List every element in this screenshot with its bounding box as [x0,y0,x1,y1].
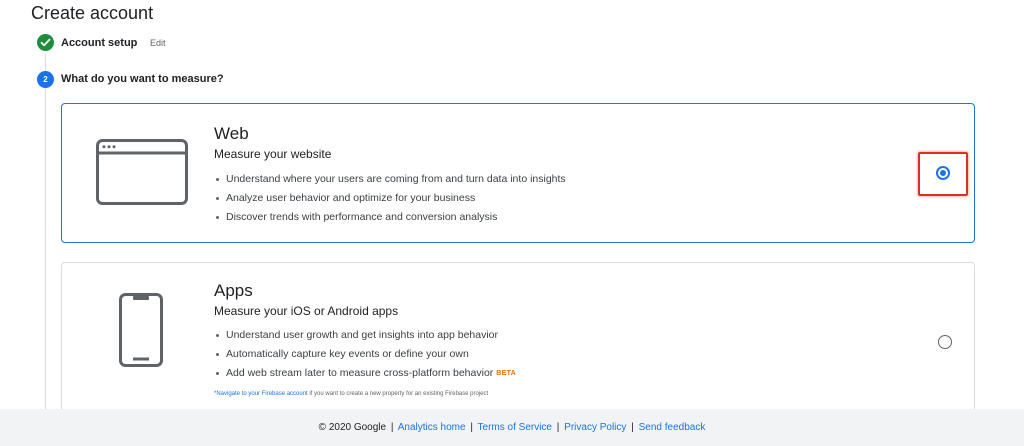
firebase-account-link[interactable]: *Navigate to your Firebase account [214,391,308,397]
send-feedback-link[interactable]: Send feedback [639,422,706,433]
firebase-note-text: if you want to create a new property for… [307,391,489,397]
web-option-title: Web [214,124,249,143]
step-measure-title: What do you want to measure? [61,73,224,85]
apps-radio-button[interactable] [938,335,952,349]
apps-option-card[interactable]: Apps Measure your iOS or Android apps Un… [61,262,975,422]
step-number-badge: 2 [37,71,54,88]
beta-badge: BETA [496,370,517,377]
page-footer: © 2020 Google | Analytics home | Terms o… [0,409,1024,446]
list-item: Analyze user behavior and optimize for y… [214,189,566,208]
web-feature-list: Understand where your users are coming f… [214,170,566,227]
page-title: Create account [31,3,154,23]
terms-of-service-link[interactable]: Terms of Service [478,422,552,433]
list-item: Understand where your users are coming f… [214,170,566,189]
analytics-home-link[interactable]: Analytics home [398,422,466,433]
firebase-note: *Navigate to your Firebase account if yo… [214,391,488,397]
check-icon [37,34,54,51]
footer-separator: | [470,422,473,433]
list-item: Automatically capture key events or defi… [214,345,516,364]
list-item: Add web stream later to measure cross-pl… [214,364,516,383]
footer-separator: | [556,422,560,433]
list-item: Understand user growth and get insights … [214,326,516,345]
list-item-text: Add web stream later to measure cross-pl… [226,367,494,379]
footer-separator: | [390,422,394,433]
selection-highlight [918,152,968,196]
privacy-policy-link[interactable]: Privacy Policy [564,422,626,433]
apps-option-title: Apps [214,281,253,300]
footer-separator: | [631,422,634,433]
web-option-subtitle: Measure your website [214,147,332,161]
web-option-card[interactable]: Web Measure your website Understand wher… [61,103,975,243]
smartphone-icon [119,293,163,372]
step-account-setup-title: Account setup [61,37,138,49]
apps-option-subtitle: Measure your iOS or Android apps [214,304,399,318]
apps-feature-list: Understand user growth and get insights … [214,326,516,383]
edit-link[interactable]: Edit [150,38,166,48]
stepper-line [45,54,46,409]
list-item: Discover trends with performance and con… [214,208,566,227]
browser-window-icon [96,139,188,210]
copyright-text: © 2020 Google [318,422,387,433]
